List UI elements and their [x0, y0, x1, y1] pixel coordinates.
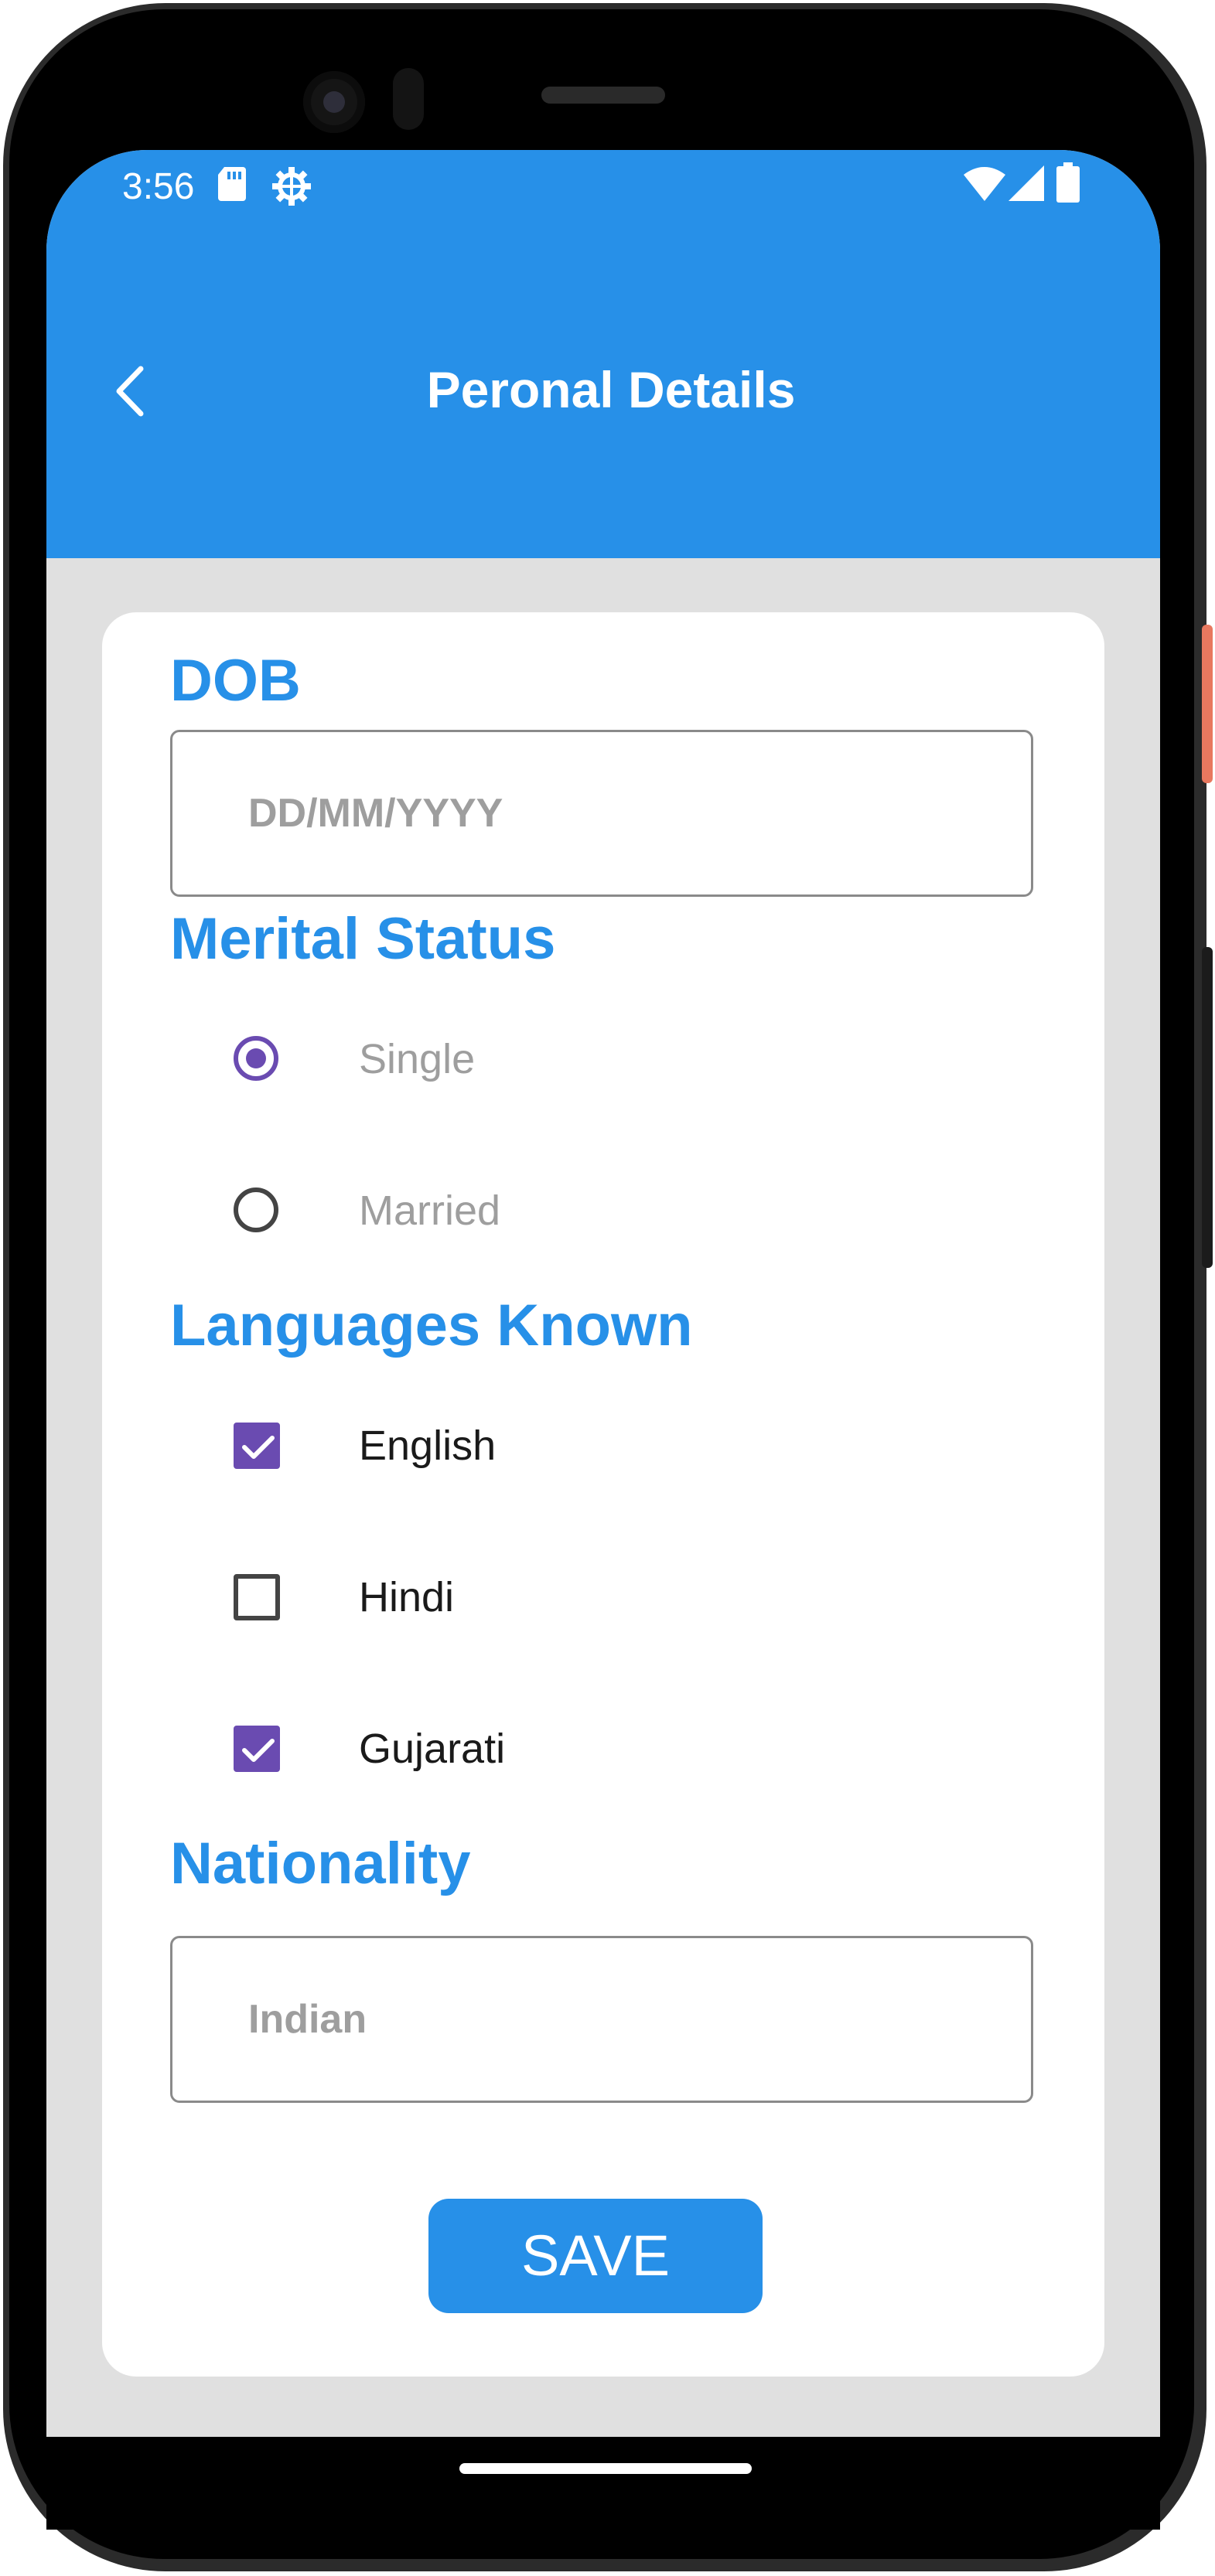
home-indicator[interactable]	[459, 2463, 752, 2474]
radio-married[interactable]: Married	[234, 1170, 930, 1256]
proximity-sensor	[393, 68, 424, 130]
languages-label: Languages Known	[170, 1293, 693, 1358]
battery-icon	[1056, 162, 1080, 206]
checkmark-icon	[242, 1739, 275, 1762]
status-time: 3:56	[122, 166, 195, 207]
app-bar: 3:56 Peronal Details	[46, 150, 1160, 558]
radio-married-label: Married	[359, 1187, 501, 1234]
dob-placeholder: DD/MM/YYYY	[248, 791, 503, 836]
volume-button	[1202, 947, 1213, 1268]
radio-button-selected[interactable]	[234, 1036, 278, 1081]
navigation-bar	[46, 2437, 1160, 2530]
radio-single[interactable]: Single	[234, 1019, 930, 1104]
front-camera	[303, 71, 365, 133]
checkbox-english[interactable]: English	[234, 1406, 930, 1491]
checkbox-checked[interactable]	[234, 1423, 280, 1469]
radio-single-label: Single	[359, 1036, 476, 1082]
cell-signal-icon	[1009, 165, 1044, 205]
screen: 3:56 Peronal Details DOB DD/MM/YYYY Meri…	[46, 150, 1160, 2471]
nationality-label: Nationality	[170, 1831, 471, 1896]
nationality-field[interactable]: Indian	[170, 1936, 1033, 2103]
checkbox-checked[interactable]	[234, 1726, 280, 1772]
personal-details-card: DOB DD/MM/YYYY Merital Status Single Mar…	[102, 612, 1104, 2377]
checkbox-gujarati[interactable]: Gujarati	[234, 1709, 930, 1794]
checkbox-unchecked[interactable]	[234, 1574, 280, 1620]
save-button[interactable]: SAVE	[428, 2199, 763, 2313]
nationality-value: Indian	[248, 1997, 367, 2042]
radio-button-unselected[interactable]	[234, 1187, 278, 1232]
checkmark-icon	[242, 1436, 275, 1459]
earpiece-speaker	[541, 87, 665, 104]
checkbox-english-label: English	[359, 1423, 497, 1469]
checkbox-hindi[interactable]: Hindi	[234, 1557, 930, 1642]
checkbox-hindi-label: Hindi	[359, 1574, 455, 1620]
dob-label: DOB	[170, 648, 301, 714]
sd-card-icon	[218, 167, 246, 205]
settings-gear-icon	[271, 165, 312, 211]
page-title: Peronal Details	[426, 361, 796, 418]
power-button	[1202, 625, 1213, 783]
dob-field[interactable]: DD/MM/YYYY	[170, 730, 1033, 897]
checkbox-gujarati-label: Gujarati	[359, 1726, 506, 1772]
marital-status-label: Merital Status	[170, 906, 556, 972]
wifi-icon	[964, 167, 1005, 205]
